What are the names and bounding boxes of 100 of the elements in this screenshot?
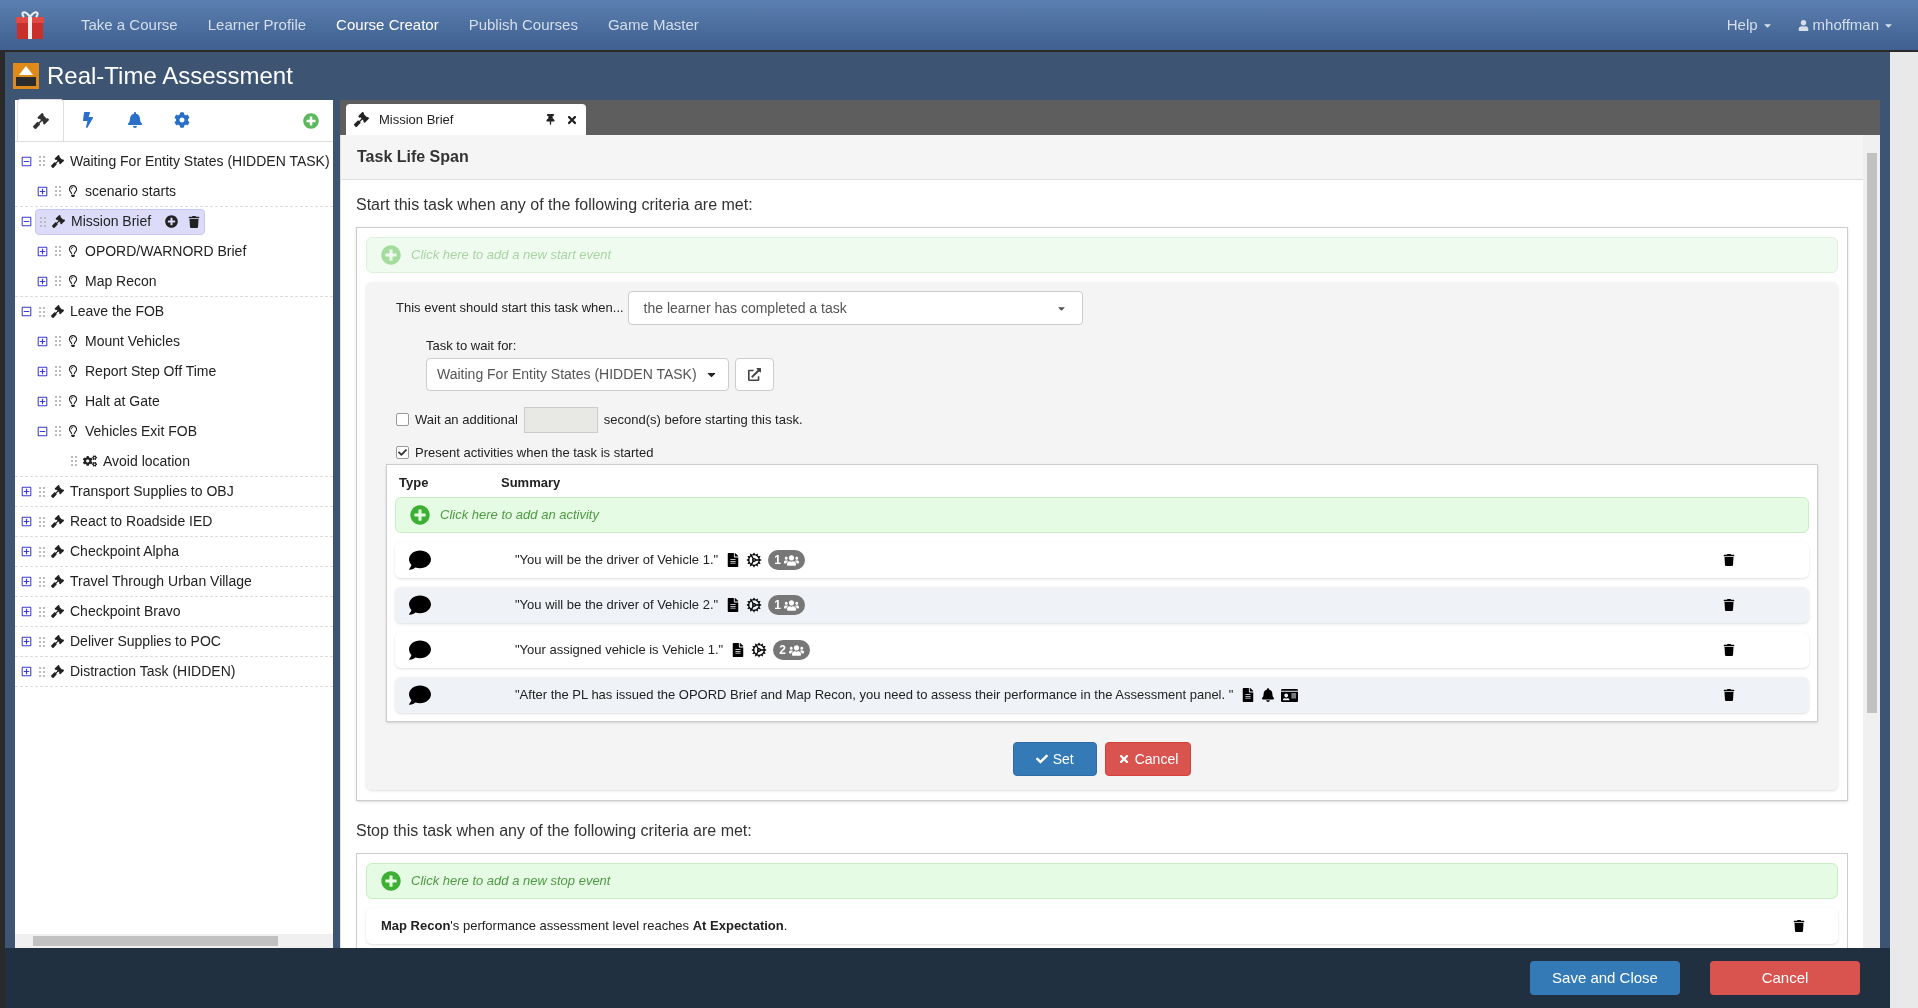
delete-icon[interactable] [188, 215, 201, 228]
vertical-scrollbar[interactable] [1863, 135, 1880, 948]
activity-row[interactable]: "You will be the driver of Vehicle 1." 1 [395, 542, 1809, 578]
nav-link[interactable]: Learner Profile [192, 13, 322, 37]
drag-handle-icon[interactable] [39, 665, 45, 678]
drag-handle-icon[interactable] [55, 185, 61, 197]
delete-icon[interactable] [1723, 599, 1735, 611]
expand-icon[interactable] [21, 546, 32, 557]
save-and-close-button[interactable]: Save and Close [1530, 961, 1680, 995]
document-tab[interactable]: Mission Brief [346, 104, 586, 135]
expand-icon[interactable] [37, 395, 48, 407]
task-select[interactable]: Waiting For Entity States (HIDDEN TASK) [426, 357, 729, 391]
drag-handle-icon[interactable] [39, 485, 45, 498]
expand-icon[interactable] [37, 335, 48, 347]
drag-handle-icon[interactable] [55, 395, 61, 407]
condition-select[interactable]: the learner has completed a task [627, 291, 1083, 325]
expand-icon[interactable] [21, 606, 32, 617]
checkbox[interactable] [396, 445, 409, 459]
tree-item-label: Map Recon [85, 271, 157, 291]
set-button[interactable]: Set [1012, 742, 1097, 776]
tree-item-label: Deliver Supplies to POC [70, 632, 221, 651]
drag-handle-icon[interactable] [39, 155, 45, 167]
drag-handle-icon[interactable] [39, 305, 45, 318]
check-icon [1035, 753, 1048, 765]
close-icon[interactable] [566, 113, 578, 126]
nav-link[interactable]: Take a Course [66, 13, 193, 37]
tree-item[interactable]: Avoid location [67, 448, 194, 474]
tree-item[interactable]: Halt at Gate [51, 388, 164, 414]
tree-item[interactable]: Checkpoint Alpha [35, 538, 183, 565]
drag-handle-icon[interactable] [71, 455, 77, 467]
pin-icon[interactable] [545, 114, 556, 125]
drag-handle-icon[interactable] [39, 545, 45, 558]
delete-icon[interactable] [1723, 689, 1735, 701]
expand-icon[interactable] [21, 576, 32, 587]
tree-item[interactable]: Leave the FOB [35, 298, 169, 325]
drag-handle-icon[interactable] [55, 275, 61, 287]
tree-item[interactable]: Map Recon [51, 268, 161, 294]
expand-icon[interactable] [37, 275, 48, 287]
drag-handle-icon[interactable] [55, 245, 61, 257]
tree-item[interactable]: Distraction Task (HIDDEN) [35, 658, 240, 685]
drag-handle-icon[interactable] [55, 425, 61, 437]
expand-icon[interactable] [21, 666, 32, 677]
seconds-input[interactable] [523, 406, 598, 433]
field-label: This event should start this task when... [396, 299, 624, 318]
sidebar-tab[interactable] [17, 99, 64, 141]
nav-link[interactable]: Course Creator [321, 13, 454, 37]
expand-icon[interactable] [37, 245, 48, 257]
tree-item[interactable]: Waiting For Entity States (HIDDEN TASK) [35, 148, 334, 174]
tree-item[interactable]: scenario starts [51, 178, 181, 204]
drag-handle-icon[interactable] [39, 515, 45, 528]
delete-icon[interactable] [1793, 920, 1805, 932]
gift-logo-icon[interactable] [14, 9, 46, 41]
nav-link[interactable]: Game Master [592, 13, 714, 37]
tree-item[interactable]: Mission Brief [35, 208, 206, 235]
expand-icon[interactable] [21, 516, 32, 527]
document-icon [726, 598, 741, 612]
tree-item[interactable]: OPORD/WARNORD Brief [51, 238, 251, 264]
tree-item[interactable]: Travel Through Urban Village [35, 568, 256, 595]
drag-handle-icon[interactable] [39, 575, 45, 588]
tree-item[interactable]: Report Step Off Time [51, 358, 221, 384]
activity-row[interactable]: "You will be the driver of Vehicle 2." 1 [395, 587, 1809, 623]
document-icon [726, 553, 741, 567]
nav-link[interactable]: Publish Courses [453, 13, 593, 37]
help-menu[interactable]: Help [1711, 13, 1788, 37]
collapse-icon[interactable] [21, 306, 32, 317]
drag-handle-icon[interactable] [39, 605, 45, 618]
expand-icon[interactable] [37, 365, 48, 377]
tree-item[interactable]: Deliver Supplies to POC [35, 628, 225, 655]
delete-icon[interactable] [1723, 644, 1735, 656]
tree-item-label: Mission Brief [71, 212, 152, 231]
tree-item[interactable]: Vehicles Exit FOB [51, 418, 202, 444]
open-link-button[interactable] [734, 357, 774, 391]
cancel-button[interactable]: Cancel [1104, 742, 1192, 776]
add-icon[interactable] [165, 215, 179, 228]
activity-row[interactable]: "Your assigned vehicle is Vehicle 1." 2 [395, 632, 1809, 668]
gavel-icon [51, 605, 64, 618]
lightbulb-icon [67, 335, 79, 347]
checkbox[interactable] [396, 413, 409, 426]
expand-icon[interactable] [37, 185, 48, 197]
collapse-icon[interactable] [21, 216, 32, 227]
expand-icon[interactable] [21, 636, 32, 647]
stop-event-row[interactable]: Map Recon's performance assessment level reaches At Expectation. [366, 908, 1838, 944]
drag-handle-icon[interactable] [39, 635, 45, 648]
collapse-icon[interactable] [21, 155, 32, 167]
tree-item[interactable]: Transport Supplies to OBJ [35, 478, 238, 505]
user-menu[interactable]: mhoffman [1787, 13, 1904, 37]
users-icon [783, 597, 799, 613]
cancel-button[interactable]: Cancel [1710, 961, 1860, 995]
tree-item[interactable]: Checkpoint Bravo [35, 598, 185, 625]
horizontal-scrollbar[interactable] [15, 934, 333, 948]
close-icon [1117, 753, 1130, 765]
tree-item[interactable]: Mount Vehicles [51, 328, 184, 354]
tree-item[interactable]: React to Roadside IED [35, 508, 217, 535]
drag-handle-icon[interactable] [55, 365, 61, 377]
collapse-icon[interactable] [37, 425, 48, 437]
activity-row[interactable]: "After the PL has issued the OPORD Brief and Map Recon, you need to assess their performance in the Assessment panel. " [395, 677, 1809, 713]
drag-handle-icon[interactable] [40, 215, 46, 228]
delete-icon[interactable] [1723, 554, 1735, 566]
expand-icon[interactable] [21, 486, 32, 497]
drag-handle-icon[interactable] [55, 335, 61, 347]
